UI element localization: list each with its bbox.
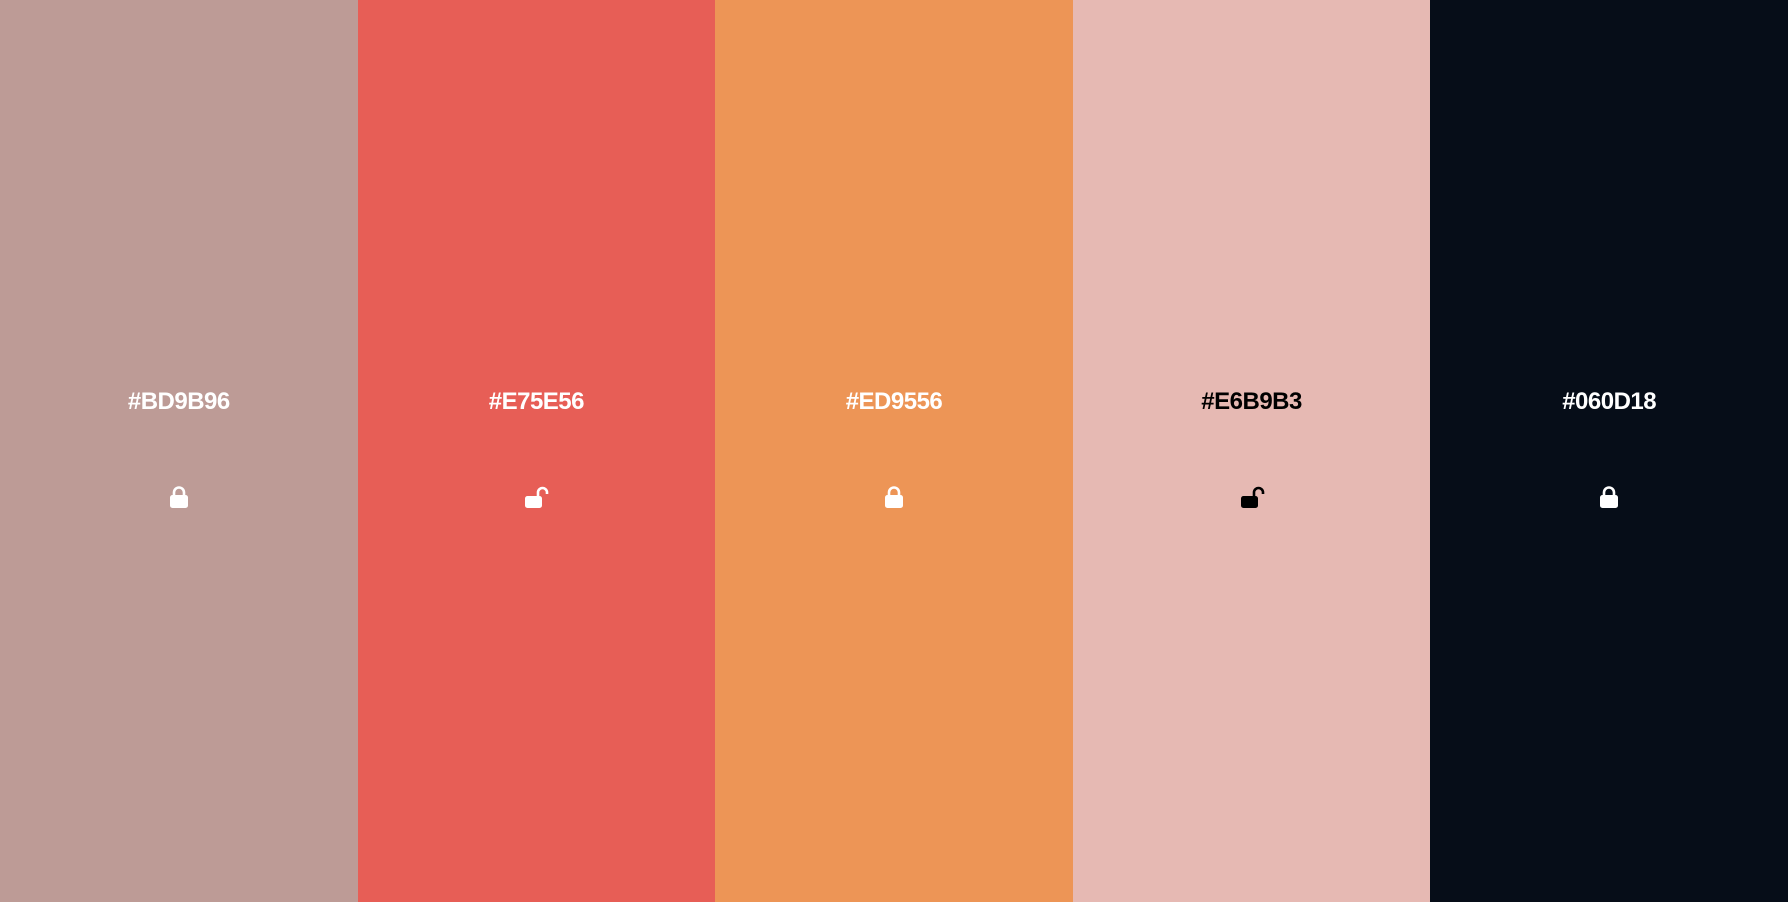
color-swatch[interactable]: #BD9B96 xyxy=(0,0,358,902)
hex-code-label[interactable]: #BD9B96 xyxy=(0,384,358,420)
color-swatch[interactable]: #ED9556 xyxy=(715,0,1073,902)
lock-icon[interactable] xyxy=(164,482,194,512)
color-palette: #BD9B96 #E75E56 #ED9556 #E6B9B3 #060D18 xyxy=(0,0,1788,902)
hex-code-label[interactable]: #E75E56 xyxy=(358,384,716,420)
color-swatch[interactable]: #060D18 xyxy=(1430,0,1788,902)
hex-code-label[interactable]: #E6B9B3 xyxy=(1073,384,1431,420)
color-swatch[interactable]: #E6B9B3 xyxy=(1072,0,1431,902)
hex-code-label[interactable]: #060D18 xyxy=(1430,384,1788,420)
lock-icon[interactable] xyxy=(1594,482,1624,512)
unlock-icon[interactable] xyxy=(521,482,551,512)
hex-code-label[interactable]: #ED9556 xyxy=(715,384,1073,420)
color-swatch[interactable]: #E75E56 xyxy=(357,0,716,902)
unlock-icon[interactable] xyxy=(1237,482,1267,512)
lock-icon[interactable] xyxy=(879,482,909,512)
